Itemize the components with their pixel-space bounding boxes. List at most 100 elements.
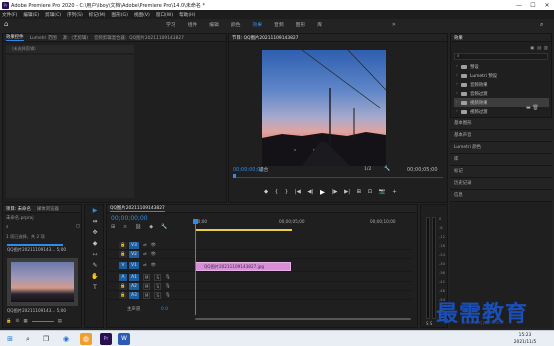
lift-button[interactable]: ⊞ [357,188,362,196]
lock-icon[interactable]: 🔒 [6,319,11,324]
browser-icon[interactable]: ◉ [60,333,72,345]
panel-libraries[interactable]: 库 [450,154,552,166]
timeline-scrollbar[interactable] [195,317,411,321]
eye-icon[interactable]: 👁 [151,263,156,268]
panel-info[interactable]: 信息 [450,190,552,202]
export-frame-camera-icon[interactable]: 📷 [379,188,386,196]
tab-source[interactable]: 源：(无剪辑) [63,35,88,41]
timeline-ruler[interactable]: 00;00 00;00;05;00 00;00;10;00 [195,219,411,229]
microphone-icon[interactable]: 🎙 [165,275,170,280]
new-bin-folder-icon[interactable]: ▬ 🗑 [526,105,539,111]
solo-button[interactable]: S [154,292,161,299]
ripple-edit-tool-icon[interactable]: ✥ [87,227,103,238]
menu-sequence[interactable]: 序列(S) [67,12,83,18]
task-view-icon[interactable]: ❐ [40,333,52,345]
timeline-settings-icon[interactable]: 🔧 [161,224,167,230]
playhead-marker[interactable] [233,174,236,178]
menu-view[interactable]: 视图(V) [134,12,150,18]
workspace-tab-libraries[interactable]: 库 [317,21,322,28]
program-video-frame[interactable] [262,50,386,166]
tab-media-browser[interactable]: 媒体浏览器 [37,206,59,212]
track-name[interactable]: A2 [129,283,139,290]
search-icon[interactable]: ⌕ [22,333,34,345]
track-name[interactable]: V2 [129,251,139,258]
track-name[interactable]: V1 [129,262,139,269]
meter-solo-buttons[interactable]: S S [426,321,432,326]
type-tool-icon[interactable]: T [87,282,103,293]
lock-icon[interactable]: 🔒 [119,242,127,249]
pen-tool-icon[interactable]: ✎ [87,260,103,271]
workspace-tab-effects[interactable]: 效果 [252,21,262,28]
qq-icon[interactable]: ◍ [80,333,92,345]
mute-button[interactable]: M [143,283,151,290]
sync-lock-icon[interactable]: ⇄ [143,252,147,257]
razor-tool-icon[interactable]: ◆ [87,238,103,249]
lock-icon[interactable]: 🔒 [119,283,127,290]
panel-markers[interactable]: 标记 [450,166,552,178]
solo-button[interactable]: S [154,283,161,290]
maximize-button[interactable]: ☐ [526,2,540,9]
hand-tool-icon[interactable]: ✋ [87,271,103,282]
eye-icon[interactable]: 👁 [151,243,156,248]
settings-wrench-icon[interactable]: 🔧 [384,166,390,172]
eye-icon[interactable]: 👁 [151,252,156,257]
icon-view-icon[interactable]: ▦ [23,319,27,324]
workspace-tab-assembly[interactable]: 组件 [188,21,198,28]
step-forward-button[interactable]: |▶ [332,188,338,196]
timeline-clip[interactable]: QQ图片20211109143827.jpg [195,262,291,271]
list-view-icon[interactable]: ☰ [15,319,19,324]
workspace-tab-color[interactable]: 颜色 [231,21,241,28]
timeline-timecode[interactable]: 00;00;00;00 [111,215,148,222]
panel-lumetri-color[interactable]: Lumetri 颜色 [450,142,552,154]
add-marker-icon[interactable]: ◆ [149,224,153,230]
home-icon[interactable]: ⌂ [4,21,11,28]
track-name[interactable]: V3 [129,242,139,249]
zoom-fit-select[interactable]: 适合 [259,167,268,173]
effects-folder-lumetri-presets[interactable]: › Lumetri 预设 [454,71,549,80]
windows-start-icon[interactable]: ⊞ [4,333,16,345]
search-icon[interactable]: ⌕ [540,21,543,28]
add-marker-button[interactable]: ◆ [264,188,268,196]
premiere-taskbar-icon[interactable]: Pr [100,333,112,345]
thumbnail-zoom-slider[interactable] [31,321,54,322]
track-a2[interactable]: 🔒 A2 M S 🎙 [107,282,413,291]
mark-out-button[interactable]: } [285,188,288,196]
mark-in-button[interactable]: { [275,188,278,196]
snap-icon[interactable]: ∩ [123,224,127,230]
track-name[interactable]: A1 [129,274,139,281]
yuv-effects-icon[interactable]: ▥ [544,45,548,51]
effects-search-input[interactable]: ⌕ [454,53,548,60]
play-button[interactable]: ▶ [320,188,325,196]
panel-essential-sound[interactable]: 基本声音 [450,130,552,142]
search-icon[interactable]: ⌕ [6,224,8,231]
go-to-out-button[interactable]: ▶| [344,188,350,196]
panel-history[interactable]: 历史记录 [450,178,552,190]
32bit-effects-icon[interactable]: ▤ [537,45,541,51]
track-v3[interactable]: 🔒 V3 ⇄ 👁 [107,241,413,250]
program-monitor-title[interactable]: 节目: QQ图片20211109143827 [232,35,298,41]
source-patch-a1[interactable]: A [119,274,127,281]
menu-graphics[interactable]: 图形(G) [112,12,128,18]
track-a3[interactable]: 🔒 A3 M S 🎙 [107,291,413,300]
effects-panel-title[interactable]: 效果 [454,35,463,41]
close-button[interactable]: ✕ [540,2,554,9]
menu-file[interactable]: 文件(F) [2,12,17,18]
workspace-more-button[interactable]: » [392,19,396,30]
mute-button[interactable]: M [143,292,151,299]
accelerated-effects-icon[interactable]: ▣ [530,45,534,51]
image-thumbnail[interactable] [7,258,78,306]
project-item-label[interactable]: QQ图片20211109143... 5;00 [7,247,81,253]
workspace-tab-learning[interactable]: 学习 [166,21,176,28]
lock-icon[interactable]: 🔒 [119,251,127,258]
solo-button[interactable]: S [154,274,161,281]
microphone-icon[interactable]: 🎙 [165,284,170,289]
track-a1[interactable]: A A1 M S 🎙 [107,273,413,282]
menu-markers[interactable]: 标记(M) [89,12,106,18]
workspace-tab-editing[interactable]: 编辑 [209,21,219,28]
word-icon[interactable]: W [118,333,130,345]
effect-controls-area[interactable] [6,55,134,198]
program-scrub-bar[interactable] [233,174,443,178]
track-name[interactable]: A3 [129,292,139,299]
menu-clip[interactable]: 剪辑(C) [45,12,61,18]
linked-selection-icon[interactable]: ⛓ [135,224,141,230]
